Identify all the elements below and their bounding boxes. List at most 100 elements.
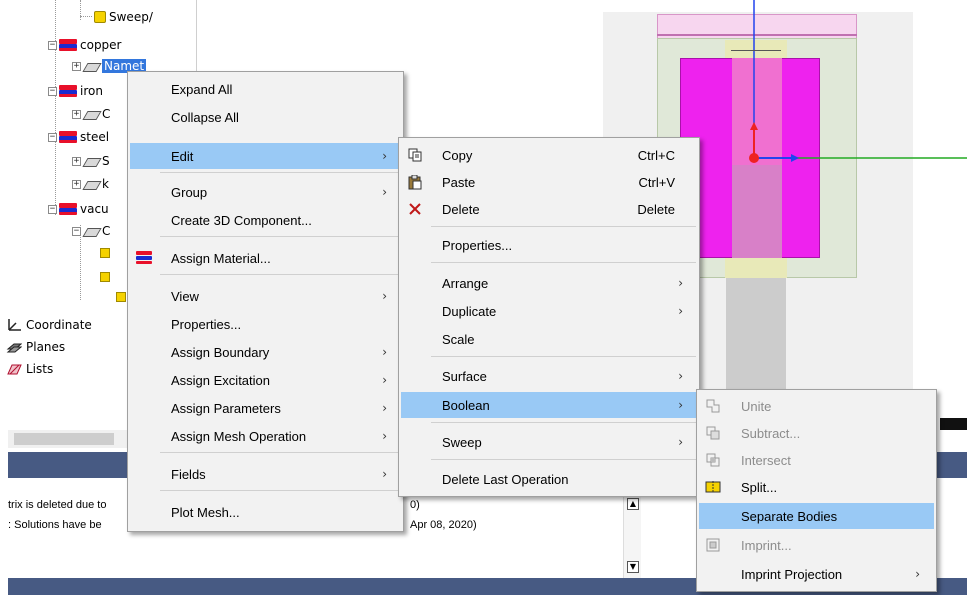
scroll-down-icon[interactable]: ▼	[627, 561, 639, 573]
menu-item-create-3d-component[interactable]: Create 3D Component...	[130, 207, 401, 233]
submenu-arrow-icon: ›	[382, 401, 387, 415]
operation-icon[interactable]	[116, 292, 126, 302]
menu-item-label: Assign Mesh Operation	[171, 428, 307, 444]
collapse-icon[interactable]: −	[72, 226, 81, 236]
menu-item-delete[interactable]: Delete Delete	[401, 196, 697, 222]
submenu-arrow-icon: ›	[382, 467, 387, 481]
menu-item-subtract[interactable]: Subtract...	[699, 420, 934, 446]
menu-item-duplicate[interactable]: Duplicate ›	[401, 298, 697, 324]
menu-item-label: Duplicate	[442, 303, 497, 319]
tree-item-label: Planes	[26, 340, 66, 354]
collapse-icon[interactable]: −	[48, 204, 57, 214]
tree-item-copper[interactable]: − copper	[48, 36, 122, 54]
tree-item-object[interactable]: − C	[72, 222, 110, 240]
menu-item-separate-bodies[interactable]: Separate Bodies	[699, 503, 934, 529]
menu-item-intersect[interactable]: Intersect	[699, 447, 934, 473]
boolean-submenu: Unite Subtract... Intersect Split... Sep…	[696, 389, 937, 592]
menu-item-assign-boundary[interactable]: Assign Boundary ›	[130, 339, 401, 365]
imprint-icon	[705, 537, 721, 553]
planes-icon	[6, 340, 23, 354]
object-icon	[83, 156, 99, 166]
menu-item-view[interactable]: View ›	[130, 283, 401, 309]
menu-item-assign-material[interactable]: Assign Material...	[130, 245, 401, 271]
message-scrollbar[interactable]: ▲ ▼	[623, 495, 641, 580]
menu-item-label: Scale	[442, 331, 475, 347]
submenu-arrow-icon: ›	[382, 373, 387, 387]
menu-item-expand-all[interactable]: Expand All	[130, 76, 401, 102]
operation-icon[interactable]	[100, 248, 110, 258]
object-icon	[83, 109, 99, 119]
menu-item-imprint[interactable]: Imprint...	[699, 532, 934, 558]
context-menu: Expand All Collapse All Edit › Group › Cre…	[127, 71, 404, 532]
tree-item-steel[interactable]: − steel	[48, 128, 109, 146]
object-icon	[83, 179, 99, 189]
copy-icon	[407, 147, 423, 163]
lists-icon	[6, 362, 22, 376]
submenu-arrow-icon: ›	[382, 429, 387, 443]
menu-item-group[interactable]: Group ›	[130, 179, 401, 205]
scrollbar-thumb[interactable]	[14, 433, 114, 445]
scroll-up-icon[interactable]: ▲	[627, 498, 639, 510]
object-icon	[83, 61, 99, 71]
menu-item-assign-mesh-operation[interactable]: Assign Mesh Operation ›	[130, 423, 401, 449]
menu-item-label: Assign Parameters	[171, 400, 281, 416]
collapse-icon[interactable]: −	[48, 86, 57, 96]
tree-item-vacuum[interactable]: − vacu	[48, 200, 109, 218]
tree-item-label: Lists	[26, 362, 54, 376]
menu-separator	[160, 274, 400, 275]
expand-icon[interactable]: +	[72, 179, 81, 189]
menu-item-copy[interactable]: Copy Ctrl+C	[401, 142, 697, 168]
edit-submenu: Copy Ctrl+C Paste Ctrl+V Delete Delete P…	[398, 137, 700, 497]
menu-item-scale[interactable]: Scale	[401, 326, 697, 352]
menu-item-boolean[interactable]: Boolean ›	[401, 392, 697, 418]
menu-item-label: Subtract...	[741, 425, 801, 441]
menu-item-label: Imprint...	[741, 537, 792, 553]
menu-item-plot-mesh[interactable]: Plot Mesh...	[130, 499, 401, 525]
menu-item-unite[interactable]: Unite	[699, 393, 934, 419]
tree-item-coordinate[interactable]: Coordinate	[6, 316, 92, 334]
tree-guide	[55, 0, 56, 215]
menu-item-assign-excitation[interactable]: Assign Excitation ›	[130, 367, 401, 393]
menu-item-label: Delete Last Operation	[442, 471, 569, 487]
menu-item-arrange[interactable]: Arrange ›	[401, 270, 697, 296]
menu-item-assign-parameters[interactable]: Assign Parameters ›	[130, 395, 401, 421]
menu-item-collapse-all[interactable]: Collapse All	[130, 104, 401, 130]
menu-item-label: Intersect	[741, 452, 791, 468]
menu-item-label: Collapse All	[171, 109, 239, 125]
menu-item-properties[interactable]: Properties...	[401, 232, 697, 258]
operation-icon[interactable]	[100, 272, 110, 282]
submenu-arrow-icon: ›	[678, 304, 683, 318]
expand-icon[interactable]: +	[72, 156, 81, 166]
menu-separator	[160, 172, 400, 173]
tree-item-iron[interactable]: − iron	[48, 82, 103, 100]
menu-item-fields[interactable]: Fields ›	[130, 461, 401, 487]
menu-item-delete-last-operation[interactable]: Delete Last Operation	[401, 466, 697, 492]
menu-item-label: Imprint Projection	[741, 566, 843, 582]
menu-item-edit[interactable]: Edit ›	[130, 143, 401, 169]
menu-item-paste[interactable]: Paste Ctrl+V	[401, 169, 697, 195]
submenu-arrow-icon: ›	[382, 185, 387, 199]
tree-item-object[interactable]: + C	[72, 105, 110, 123]
expand-icon[interactable]: +	[72, 61, 81, 71]
menu-item-split[interactable]: Split...	[699, 474, 934, 500]
tree-item-object[interactable]: + k	[72, 175, 109, 193]
object-icon	[83, 226, 99, 236]
tree-item-sweep[interactable]: Sweep/	[94, 8, 153, 26]
menu-item-label: Arrange	[442, 275, 489, 291]
menu-item-sweep[interactable]: Sweep ›	[401, 429, 697, 455]
menu-item-properties[interactable]: Properties...	[130, 311, 401, 337]
menu-item-label: Assign Boundary	[171, 344, 270, 360]
tree-item-lists[interactable]: Lists	[6, 360, 53, 378]
collapse-icon[interactable]: −	[48, 40, 57, 50]
menu-item-imprint-projection[interactable]: Imprint Projection ›	[699, 561, 934, 587]
expand-icon[interactable]: +	[72, 109, 81, 119]
menu-item-surface[interactable]: Surface ›	[401, 363, 697, 389]
menu-separator	[160, 490, 400, 491]
menu-separator	[431, 226, 696, 227]
tree-item-planes[interactable]: Planes	[6, 338, 65, 356]
tree-item-label: iron	[80, 84, 103, 98]
tree-item-label: C	[102, 224, 111, 238]
tree-item-object[interactable]: + S	[72, 152, 110, 170]
menu-item-label: Assign Material...	[171, 250, 271, 266]
collapse-icon[interactable]: −	[48, 132, 57, 142]
